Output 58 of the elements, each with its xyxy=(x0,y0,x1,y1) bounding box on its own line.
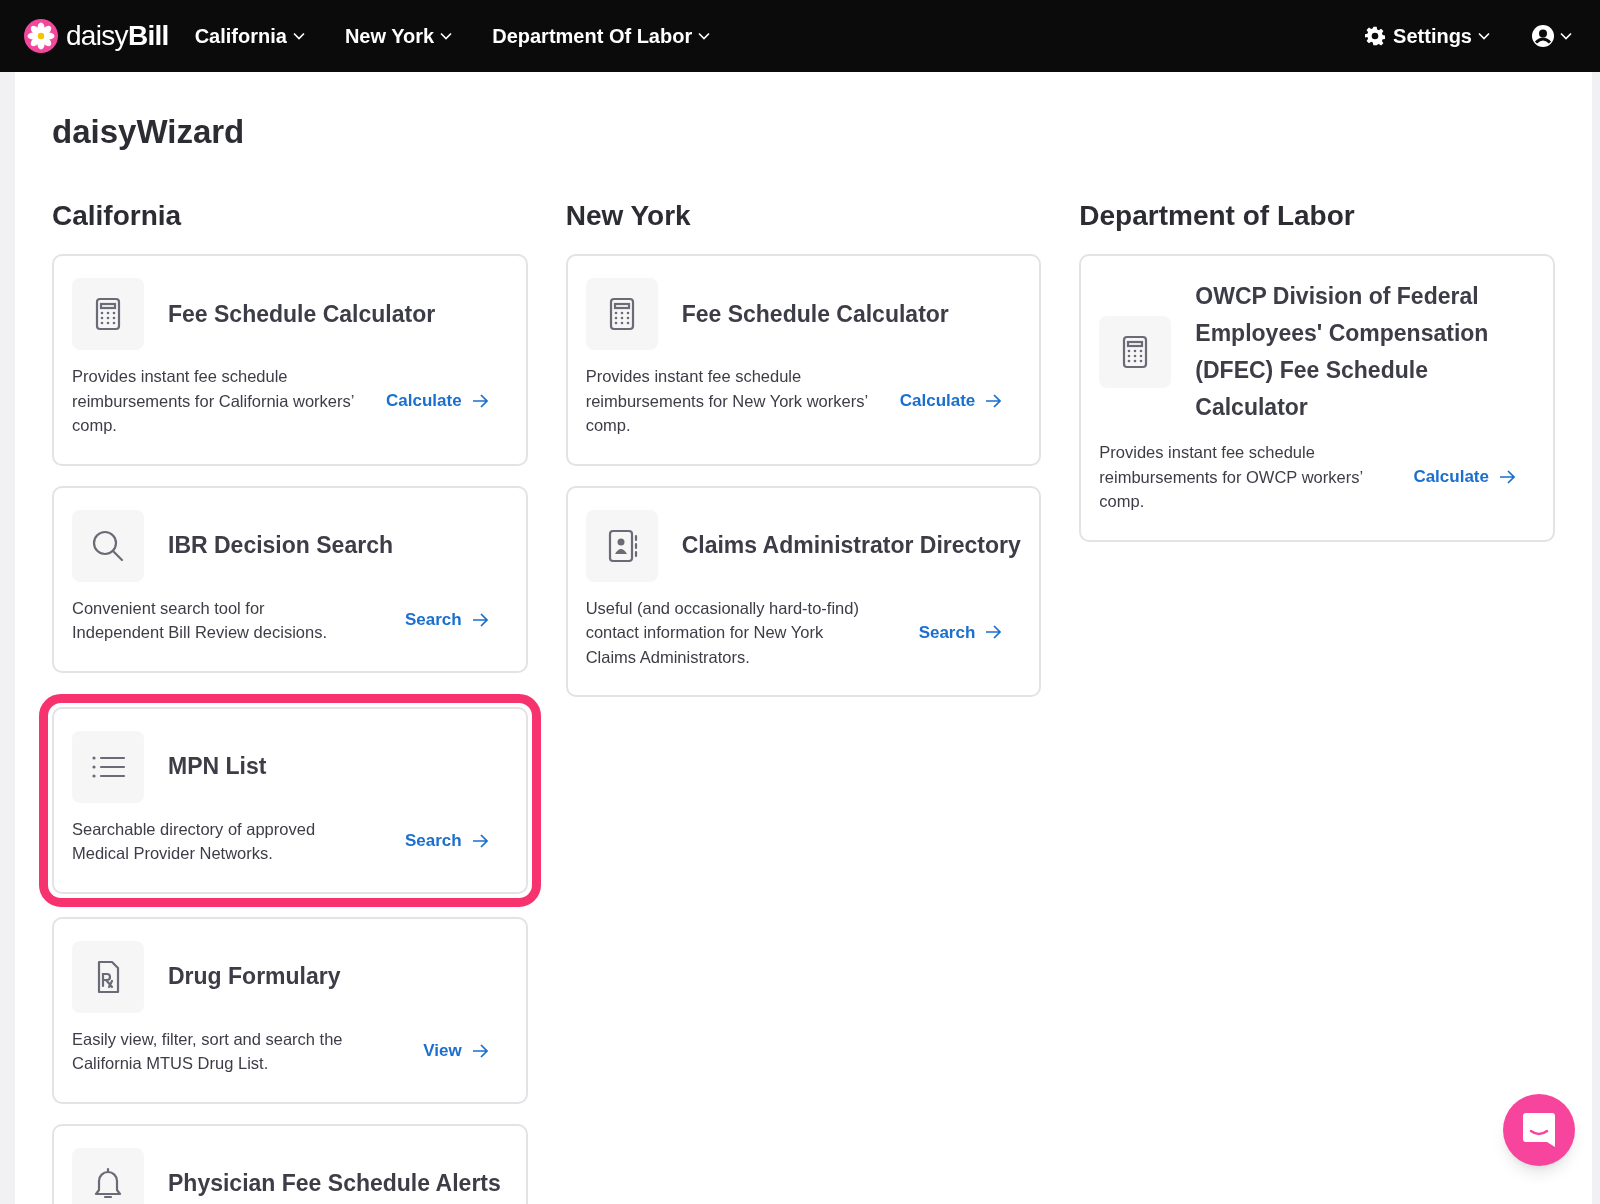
caret-icon xyxy=(1478,32,1490,40)
card-title: MPN List xyxy=(168,752,267,781)
settings-icon xyxy=(1365,26,1386,46)
tool-card[interactable]: OWCP Division of Federal Employees' Compensation (DFEC) Fee Schedule Calculator Provides instant fee schedule reimbursements for OWCP workers’ comp. Calculate xyxy=(1079,254,1555,542)
card-title: Claims Administrator Directory xyxy=(681,531,1021,560)
arrow-right-icon xyxy=(471,613,488,627)
flower-logo-icon xyxy=(24,19,58,53)
chat-bubble-icon xyxy=(1522,1112,1556,1148)
nav-menu[interactable]: California xyxy=(194,21,305,51)
tool-card[interactable]: Drug Formulary Easily view, filter, sort and search the California MTUS Drug List. View xyxy=(52,916,528,1104)
column-heading: California xyxy=(52,199,183,233)
card-action-link[interactable]: Search xyxy=(404,607,488,633)
arrow-right-icon xyxy=(1499,469,1515,484)
card-title: Physician Fee Schedule Alerts xyxy=(168,1169,501,1198)
user-icon xyxy=(1532,25,1554,47)
card-description: Easily view, filter, sort and search the California MTUS Drug List. xyxy=(72,1028,344,1074)
tool-card[interactable]: MPN List Searchable directory of approved Medical Provider Networks. Search xyxy=(52,706,528,894)
nav-menu[interactable]: New York xyxy=(344,21,453,51)
card-title: Fee Schedule Calculator xyxy=(168,299,436,329)
settings-menu[interactable]: Settings xyxy=(1365,21,1490,51)
arrow-right-icon xyxy=(985,625,1002,640)
card-description: Provides instant fee schedule reimbursements for OWCP workers’ comp. xyxy=(1099,442,1364,512)
column-heading: Department of Labor xyxy=(1079,199,1356,233)
card-description: Provides instant fee schedule reimbursements for New York workers’ comp. xyxy=(585,366,869,436)
card-description: Useful (and occasionally hard-to-find) contact information for New York Claims Administrators. xyxy=(585,597,860,668)
card-action-link[interactable]: View xyxy=(423,1038,488,1064)
arrow-right-icon xyxy=(471,1044,488,1058)
nav-menu[interactable]: Department Of Labor xyxy=(492,21,711,51)
arrow-right-icon xyxy=(471,393,488,408)
card-title: OWCP Division of Federal Employees' Compensation (DFEC) Fee Schedule Calculator xyxy=(1195,282,1490,422)
caret-icon xyxy=(292,32,305,40)
tool-card[interactable]: Fee Schedule Calculator Provides instant fee schedule reimbursements for California workers’ comp. Calculate xyxy=(52,254,528,466)
account-menu[interactable] xyxy=(1532,25,1572,47)
caret-icon xyxy=(698,32,711,40)
card-action-link[interactable]: Calculate xyxy=(899,388,1002,414)
arrow-right-icon xyxy=(471,834,488,848)
brand-name: daisyBill xyxy=(66,22,169,50)
daisy-logo[interactable]: daisyBill xyxy=(24,19,169,53)
card-description: Provides instant fee schedule reimbursements for California workers’ comp. xyxy=(72,366,355,436)
card-action-link[interactable]: Search xyxy=(404,828,488,854)
card-title: Fee Schedule Calculator xyxy=(681,299,949,329)
chat-button[interactable] xyxy=(1503,1094,1575,1166)
tool-card[interactable]: IBR Decision Search Convenient search tool for Independent Bill Review decisions. Search xyxy=(52,485,528,673)
caret-icon xyxy=(440,32,453,40)
page-title: daisyWizard xyxy=(52,112,246,152)
tool-card[interactable]: Claims Administrator Directory Useful (and occasionally hard-to-find) contact information for New York Claims Administrators. Search xyxy=(565,485,1042,697)
arrow-right-icon xyxy=(985,393,1002,408)
caret-icon xyxy=(1560,32,1572,40)
card-action-link[interactable]: Search xyxy=(918,619,1002,645)
tool-card[interactable]: Physician Fee Schedule Alerts xyxy=(52,1123,528,1204)
card-title: Drug Formulary xyxy=(168,962,341,991)
column-heading: New York xyxy=(565,199,692,233)
card-title: IBR Decision Search xyxy=(168,531,393,560)
tool-card[interactable]: Fee Schedule Calculator Provides instant fee schedule reimbursements for New York workers’ comp. Calculate xyxy=(565,254,1042,466)
card-action-link[interactable]: Calculate xyxy=(1413,464,1515,490)
card-description: Searchable directory of approved Medical Provider Networks. xyxy=(72,818,317,864)
card-action-link[interactable]: Calculate xyxy=(386,388,488,414)
card-description: Convenient search tool for Independent Bill Review decisions. xyxy=(72,597,328,643)
